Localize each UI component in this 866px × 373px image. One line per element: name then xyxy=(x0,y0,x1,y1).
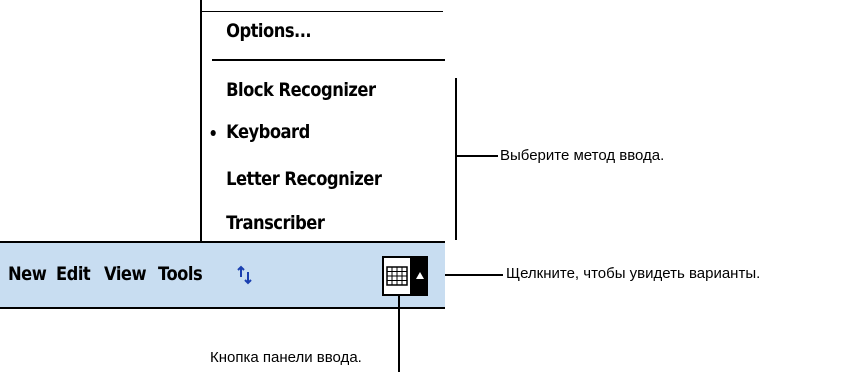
menu-bracket-line xyxy=(455,78,457,240)
menu-top-border xyxy=(202,11,443,12)
menu-item-block-recognizer[interactable]: Block Recognizer xyxy=(202,75,376,105)
menubar-item-tools[interactable]: Tools xyxy=(158,263,203,285)
callout-input-panel-button: Кнопка панели ввода. xyxy=(210,349,362,366)
up-arrow-icon xyxy=(416,272,424,279)
menu-callout-line xyxy=(456,155,498,157)
menu-item-label: Keyboard xyxy=(226,121,310,143)
menu-separator xyxy=(212,59,445,61)
menu-item-options[interactable]: Options... xyxy=(202,16,312,46)
options-callout-line xyxy=(445,274,503,276)
callout-choose-method: Выберите метод ввода. xyxy=(500,147,665,164)
menubar-item-edit[interactable]: Edit xyxy=(56,263,91,285)
menu-item-transcriber[interactable]: Transcriber xyxy=(202,208,325,238)
callout-tap-arrow: Щелкните, чтобы увидеть варианты. xyxy=(506,265,760,283)
menu-bar: New Edit View Tools xyxy=(0,241,445,309)
up-down-arrows-icon[interactable] xyxy=(236,265,254,285)
menu-item-options-label: Options... xyxy=(226,20,312,42)
input-panel-button[interactable] xyxy=(382,256,428,296)
selected-bullet-icon xyxy=(210,130,216,136)
menu-item-label: Block Recognizer xyxy=(226,79,376,101)
menu-item-keyboard[interactable]: Keyboard xyxy=(202,117,310,147)
input-options-arrow-button[interactable] xyxy=(412,256,428,296)
callout-tap-arrow-text: Щелкните, чтобы увидеть варианты. xyxy=(506,265,761,282)
menubar-item-new[interactable]: New xyxy=(8,263,47,285)
menubar-item-view[interactable]: View xyxy=(104,263,147,285)
keyboard-icon[interactable] xyxy=(382,256,412,296)
menu-item-letter-recognizer[interactable]: Letter Recognizer xyxy=(202,164,382,194)
menu-item-label: Letter Recognizer xyxy=(226,168,382,190)
input-panel-callout-line xyxy=(398,294,400,372)
input-method-menu: Options... Block Recognizer Keyboard Let… xyxy=(200,0,445,242)
menu-item-label: Transcriber xyxy=(226,212,325,234)
